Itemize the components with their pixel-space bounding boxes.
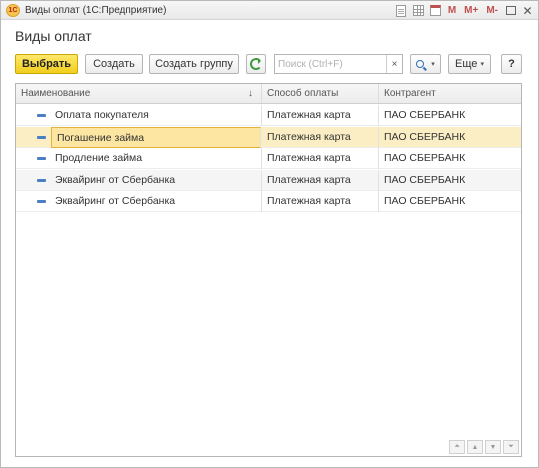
search-options-button[interactable]: ▾ [410,54,441,74]
app-window: 1С Виды оплат (1С:Предприятие) M M+ M- ✕… [0,0,539,468]
table-row[interactable]: Продление займа Платежная карта ПАО СБЕРБА… [16,148,521,169]
cell-name[interactable]: Продление займа [50,148,262,169]
catalog-item-icon [37,114,46,117]
refresh-button[interactable] [246,54,266,74]
title-bar: 1С Виды оплат (1С:Предприятие) M M+ M- ✕ [1,1,538,20]
title-bar-controls: M M+ M- ✕ [391,3,534,18]
more-button-label: Еще [455,58,478,70]
catalog-item-icon [37,157,46,160]
toolbar: Выбрать Создать Создать группу × ▾ Еще ▾… [15,54,524,74]
table-row[interactable]: Эквайринг от Сбербанка Платежная карта ПАО… [16,191,521,212]
table-row[interactable]: Погашение займа Платежная карта ПАО СБЕРБА… [16,126,521,148]
cell-method[interactable]: Платежная карта [262,169,379,191]
column-header-method[interactable]: Способ оплаты [262,84,379,103]
column-header-name[interactable]: Наименование ↓ [16,84,262,103]
help-button[interactable]: ? [501,54,522,74]
memory-plus-button[interactable]: M+ [462,4,480,17]
search-icon [416,60,425,68]
cell-method[interactable]: Платежная карта [262,105,379,126]
app-logo-icon: 1С [6,4,20,17]
catalog-item-icon [37,178,46,182]
cell-name[interactable]: Эквайринг от Сбербанка [50,191,262,212]
close-icon[interactable]: ✕ [521,4,534,18]
previous-page-icon[interactable]: ▲ [467,440,483,454]
catalog-item-icon [37,135,46,139]
cell-name[interactable]: Погашение займа [51,126,261,148]
document-icon[interactable] [395,4,408,17]
select-button[interactable]: Выбрать [15,54,78,74]
table-header: Наименование ↓ Способ оплаты Контрагент [16,84,521,104]
list-table: Наименование ↓ Способ оплаты Контрагент … [15,83,522,457]
window-title: Виды оплат (1С:Предприятие) [25,5,167,16]
memory-button[interactable]: M [446,4,458,17]
cell-counterparty[interactable]: ПАО СБЕРБАНК [379,148,521,169]
table-row[interactable]: Эквайринг от Сбербанка Платежная карта ПАО… [16,169,521,191]
cell-counterparty[interactable]: ПАО СБЕРБАНК [379,127,521,148]
cell-method[interactable]: Платежная карта [262,191,379,212]
cell-name[interactable]: Оплата покупателя [50,105,262,126]
search-field: × [274,54,403,74]
last-page-icon[interactable]: ⏷ [503,440,519,454]
cell-method[interactable]: Платежная карта [262,126,379,148]
more-button[interactable]: Еще ▾ [448,54,491,74]
cell-method[interactable]: Платежная карта [262,148,379,169]
chevron-down-icon: ▾ [480,61,484,68]
sort-descending-icon: ↓ [248,88,253,99]
next-page-icon[interactable]: ▼ [485,440,501,454]
table-row[interactable]: Оплата покупателя Платежная карта ПАО СБЕР… [16,105,521,126]
cell-name[interactable]: Эквайринг от Сбербанка [50,169,262,191]
refresh-icon [250,58,262,70]
cell-counterparty[interactable]: ПАО СБЕРБАНК [379,170,521,191]
first-page-icon[interactable]: ⏶ [449,440,465,454]
column-header-counterparty[interactable]: Контрагент [379,84,521,103]
column-header-label: Наименование [21,88,91,99]
chevron-down-icon: ▾ [431,61,435,68]
cell-counterparty[interactable]: ПАО СБЕРБАНК [379,105,521,126]
calendar-icon[interactable] [429,4,442,17]
memory-minus-button[interactable]: M- [484,4,500,17]
cell-counterparty[interactable]: ПАО СБЕРБАНК [379,191,521,212]
clear-search-icon[interactable]: × [386,55,402,73]
create-button[interactable]: Создать [85,54,143,74]
catalog-item-icon [37,200,46,203]
search-input[interactable] [275,56,385,72]
restore-window-icon[interactable] [504,4,517,17]
table-pager: ⏶ ▲ ▼ ⏷ [447,440,519,454]
table-icon[interactable] [412,4,425,17]
page-title: Виды оплат [15,28,92,44]
create-group-button[interactable]: Создать группу [149,54,239,74]
